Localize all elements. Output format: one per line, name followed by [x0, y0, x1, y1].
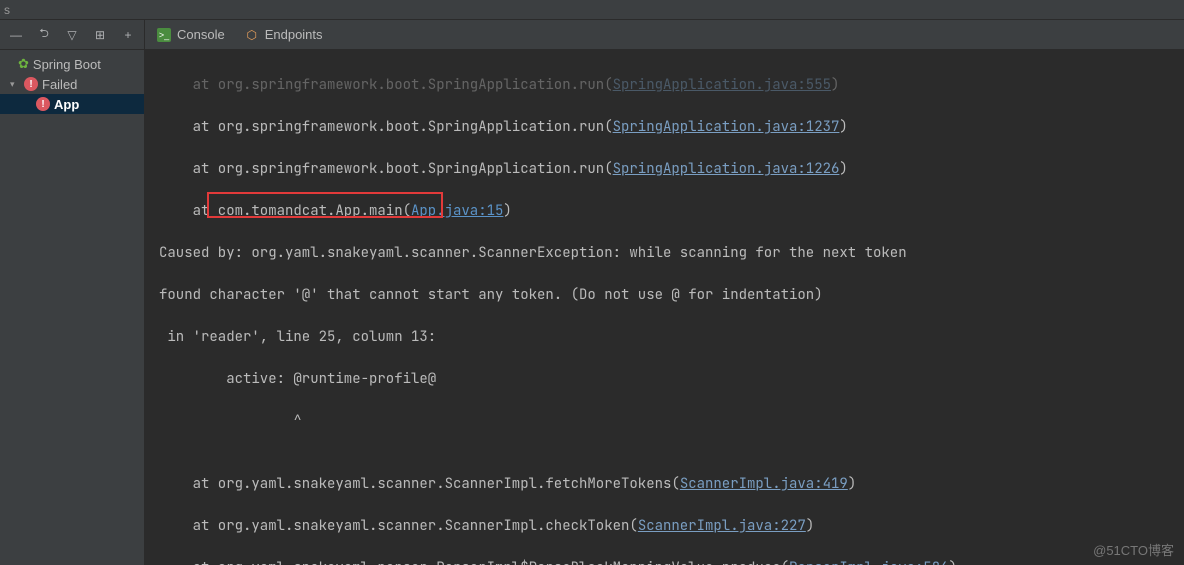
source-link[interactable]: SpringApplication.java:555 [613, 76, 831, 94]
title-text: s [4, 3, 10, 17]
tree-failed-label: Failed [42, 77, 77, 92]
trace-line: at org.springframework.boot.SpringApplic… [159, 75, 1176, 96]
spring-boot-icon: ✿ [18, 56, 29, 72]
watermark: @51CTO博客 [1093, 540, 1174, 559]
source-link[interactable]: SpringApplication.java:1237 [613, 118, 840, 136]
tab-console-label: Console [177, 27, 225, 42]
tab-console[interactable]: >_ Console [157, 27, 225, 42]
run-tree: ✿ Spring Boot ▾ ! Failed ! App [0, 50, 144, 114]
sidebar: — ⮌ ▽ ⊞ + ✿ Spring Boot ▾ ! Failed ! App [0, 20, 145, 565]
trace-line: at org.springframework.boot.SpringApplic… [159, 117, 1176, 138]
title-bar: s [0, 0, 1184, 20]
trace-line: at com.tomandcat.App.main(App.java:15) [159, 201, 1176, 222]
tree-root-label: Spring Boot [33, 57, 101, 72]
trace-line: active: @runtime-profile@ [159, 369, 1176, 390]
error-icon: ! [36, 97, 50, 111]
console-output[interactable]: at org.springframework.boot.SpringApplic… [145, 50, 1184, 565]
source-link[interactable]: ScannerImpl.java:227 [638, 517, 806, 535]
layout-icon[interactable]: ⊞ [92, 26, 108, 44]
trace-line: in 'reader', line 25, column 13: [159, 327, 1176, 348]
content-panel: >_ Console ⬡ Endpoints at org.springfram… [145, 20, 1184, 565]
trace-line: at org.yaml.snakeyaml.scanner.ScannerImp… [159, 516, 1176, 537]
trace-line: at org.yaml.snakeyaml.scanner.ScannerImp… [159, 474, 1176, 495]
output-tabs: >_ Console ⬡ Endpoints [145, 20, 1184, 50]
add-icon[interactable]: + [120, 26, 136, 44]
error-icon: ! [24, 77, 38, 91]
sidebar-toolbar: — ⮌ ▽ ⊞ + [0, 20, 144, 50]
source-link[interactable]: App.java:15 [411, 202, 503, 220]
endpoints-icon: ⬡ [245, 28, 259, 42]
chevron-down-icon: ▾ [10, 79, 20, 90]
trace-line: at org.yaml.snakeyaml.parser.ParserImpl$… [159, 558, 1176, 565]
trace-line: found character '@' that cannot start an… [159, 285, 1176, 306]
collapse-icon[interactable]: ⮌ [36, 26, 52, 44]
dash-icon[interactable]: — [8, 26, 24, 44]
trace-line: Caused by: org.yaml.snakeyaml.scanner.Sc… [159, 243, 1176, 264]
trace-line: at org.springframework.boot.SpringApplic… [159, 159, 1176, 180]
source-link[interactable]: ParserImpl.java:586 [789, 559, 949, 565]
tab-endpoints[interactable]: ⬡ Endpoints [245, 27, 323, 42]
tree-node-failed[interactable]: ▾ ! Failed [0, 74, 144, 94]
source-link[interactable]: SpringApplication.java:1226 [613, 160, 840, 178]
tree-root-spring-boot[interactable]: ✿ Spring Boot [0, 54, 144, 74]
tree-node-app[interactable]: ! App [0, 94, 144, 114]
console-icon: >_ [157, 28, 171, 42]
trace-line: ^ [159, 411, 1176, 432]
tree-app-label: App [54, 97, 79, 112]
filter-icon[interactable]: ▽ [64, 26, 80, 44]
source-link[interactable]: ScannerImpl.java:419 [680, 475, 848, 493]
tab-endpoints-label: Endpoints [265, 27, 323, 42]
